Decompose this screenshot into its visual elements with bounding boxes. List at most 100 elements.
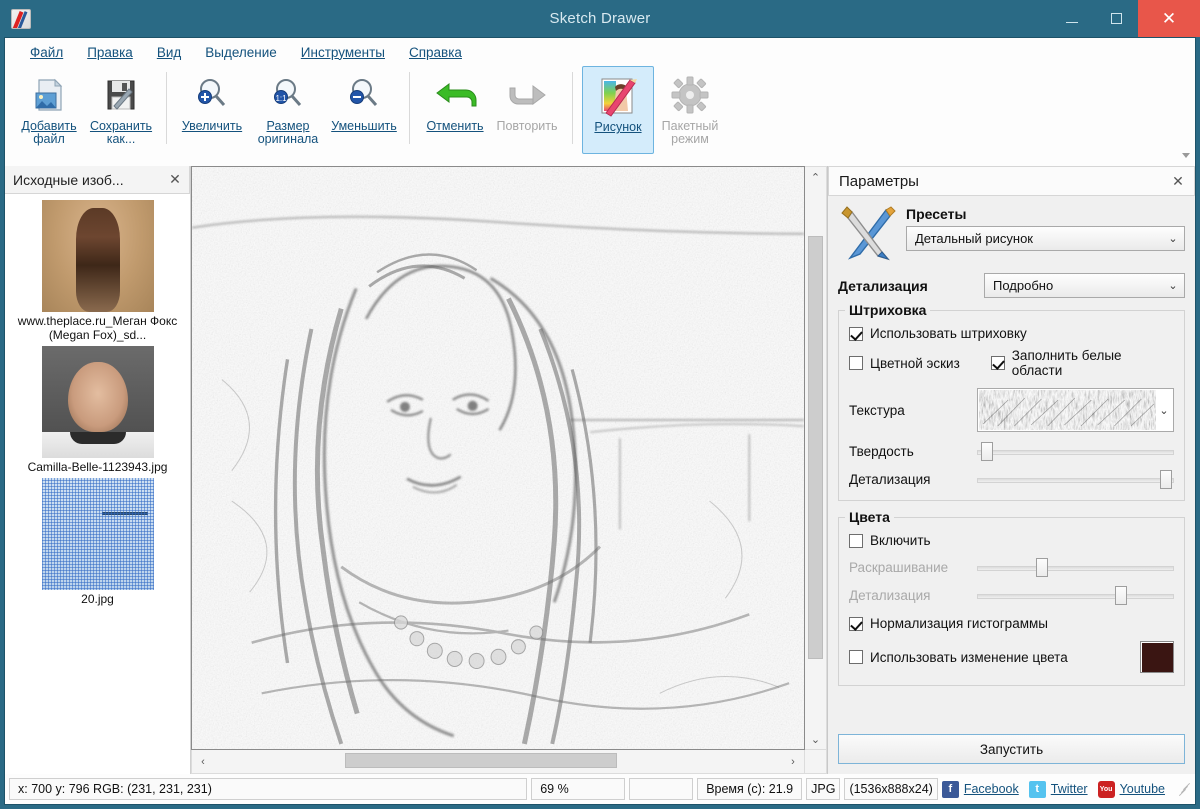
add-image-icon (30, 74, 68, 116)
scroll-right-button[interactable]: › (782, 756, 804, 768)
colorize-knob[interactable] (1036, 558, 1048, 577)
fill-white-checkbox[interactable] (991, 356, 1005, 370)
scroll-left-button[interactable]: ‹ (192, 756, 214, 768)
menu-edit[interactable]: Правка (76, 41, 144, 64)
close-button[interactable]: ✕ (1138, 0, 1200, 37)
redo-label: Повторить (496, 120, 557, 133)
resize-grip-icon[interactable] (1175, 782, 1189, 796)
status-coords: x: 700 y: 796 RGB: (231, 231, 231) (9, 778, 527, 800)
menu-tools[interactable]: Инструменты (290, 41, 396, 64)
add-file-line1: Добавить (21, 119, 76, 133)
list-item[interactable]: www.theplace.ru_Меган Фокс (Megan Fox)_s… (5, 200, 190, 342)
histogram-row[interactable]: Нормализация гистограммы (849, 616, 1174, 631)
batch-mode-line2: режим (671, 132, 709, 146)
colors-enable-checkbox[interactable] (849, 534, 863, 548)
texture-preview (979, 390, 1156, 430)
maximize-button[interactable] (1094, 0, 1138, 37)
menu-selection[interactable]: Выделение (194, 41, 288, 64)
use-hatching-checkbox[interactable] (849, 327, 863, 341)
colorize-slider[interactable] (977, 558, 1174, 576)
presets-select[interactable]: Детальный рисунок ⌄ (906, 226, 1185, 251)
canvas-vertical-scrollbar[interactable]: ⌃ ⌄ (805, 166, 827, 750)
thumbnail-list[interactable]: www.theplace.ru_Меган Фокс (Megan Fox)_s… (5, 194, 190, 774)
sketch-preview (192, 167, 804, 749)
toolbar-group-mode: Рисунок (582, 66, 726, 158)
add-file-button[interactable]: Добавить файл (13, 66, 85, 154)
original-size-line1: Размер (267, 119, 310, 133)
color-detail-knob[interactable] (1115, 586, 1127, 605)
texture-select[interactable]: ⌄ (977, 388, 1174, 432)
thumbnail-image[interactable] (42, 346, 154, 458)
chevron-down-icon: ⌄ (1166, 279, 1180, 292)
color-swatch[interactable] (1140, 641, 1174, 673)
hardness-slider[interactable] (977, 442, 1174, 460)
color-detail-slider[interactable] (977, 586, 1174, 604)
color-change-row[interactable]: Использовать изменение цвета (849, 641, 1174, 673)
hatching-title: Штриховка (845, 302, 930, 318)
menu-help[interactable]: Справка (398, 41, 473, 64)
thumbnail-image[interactable] (42, 200, 154, 312)
facebook-link[interactable]: Facebook (964, 782, 1019, 796)
toolbar-overflow-icon[interactable] (1182, 153, 1190, 158)
vertical-scroll-thumb[interactable] (808, 236, 823, 659)
detail-label: Детализация (838, 278, 984, 294)
image-canvas[interactable] (191, 166, 805, 750)
parameters-close-icon[interactable]: ✕ (1170, 173, 1186, 190)
hscroll-track[interactable] (214, 750, 782, 773)
redo-button[interactable]: Повторить (491, 66, 563, 154)
menu-file-label: Файл (30, 45, 63, 60)
zoom-out-line1: Уменьшить (331, 119, 397, 133)
detail-select[interactable]: Подробно ⌄ (984, 273, 1185, 298)
histogram-checkbox[interactable] (849, 617, 863, 631)
menu-view[interactable]: Вид (146, 41, 192, 64)
hardness-knob[interactable] (981, 442, 993, 461)
drawing-mode-button[interactable]: Рисунок (582, 66, 654, 154)
add-file-label: Добавить файл (21, 120, 76, 146)
list-item[interactable]: Camilla-Belle-1123943.jpg (5, 346, 190, 474)
hatch-detail-slider[interactable] (977, 470, 1174, 488)
scroll-down-button[interactable]: ⌄ (805, 729, 826, 749)
youtube-link[interactable]: Youtube (1120, 782, 1165, 796)
original-size-button[interactable]: 1:1 Размер оригинала (248, 66, 328, 154)
list-item[interactable]: 20.jpg (5, 478, 190, 606)
save-as-line2: как... (107, 132, 136, 146)
color-change-checkbox[interactable] (849, 650, 863, 664)
minimize-button[interactable] (1050, 0, 1094, 37)
youtube-icon[interactable]: You (1098, 781, 1115, 798)
menu-file[interactable]: Файл (19, 41, 74, 64)
zoom-out-button[interactable]: Уменьшить (328, 66, 400, 154)
hatch-detail-knob[interactable] (1160, 470, 1172, 489)
thumb-photo (42, 346, 154, 458)
magnifier-original-icon: 1:1 (268, 74, 308, 116)
run-button[interactable]: Запустить (838, 734, 1185, 764)
canvas-horizontal-scrollbar[interactable]: ‹ › (191, 750, 805, 774)
color-sketch-checkbox[interactable] (849, 356, 863, 370)
color-detail-label: Детализация (849, 588, 977, 603)
horizontal-scroll-thumb[interactable] (345, 753, 618, 768)
histogram-label: Нормализация гистограммы (870, 616, 1048, 631)
source-panel-close-icon[interactable]: ✕ (167, 171, 183, 188)
client-area: Файл Правка Вид Выделение Инструменты Сп… (4, 37, 1196, 805)
save-as-button[interactable]: Сохранить как... (85, 66, 157, 154)
menu-bar: Файл Правка Вид Выделение Инструменты Сп… (5, 38, 1195, 66)
parameters-body: Пресеты Детальный рисунок ⌄ Детализация … (828, 196, 1195, 724)
twitter-link[interactable]: Twitter (1051, 782, 1088, 796)
facebook-icon[interactable]: f (942, 781, 959, 798)
hatching-group: Штриховка Использовать штриховку Цветной… (838, 310, 1185, 501)
use-hatching-row[interactable]: Использовать штриховку (849, 326, 1174, 341)
hatch-detail-slider-row: Детализация (849, 470, 1174, 488)
thumbnail-image-selected[interactable] (42, 478, 154, 590)
twitter-icon[interactable]: t (1029, 781, 1046, 798)
social-links-youtube: You Youtube (1098, 781, 1165, 798)
undo-button[interactable]: Отменить (419, 66, 491, 154)
colors-enable-row[interactable]: Включить (849, 533, 1174, 548)
app-window: Sketch Drawer ✕ Файл Правка Вид Выделени… (0, 0, 1200, 809)
menu-tools-label: Инструменты (301, 45, 385, 60)
zoom-in-button[interactable]: Увеличить (176, 66, 248, 154)
zoom-in-line1: Увеличить (182, 119, 242, 133)
undo-line1: Отменить (426, 119, 483, 133)
scroll-up-button[interactable]: ⌃ (805, 167, 826, 187)
batch-mode-button[interactable]: Пакетный режим (654, 66, 726, 154)
menu-help-label: Справка (409, 45, 462, 60)
drawing-mode-line1: Рисунок (594, 120, 641, 134)
